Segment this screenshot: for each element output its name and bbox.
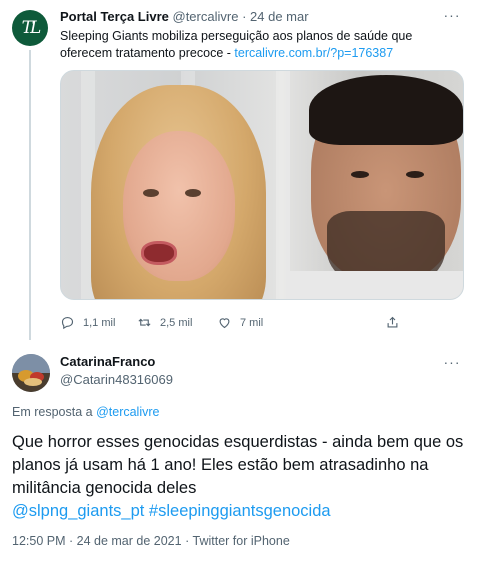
eye [185, 189, 201, 197]
tweet-source[interactable]: Twitter for iPhone [193, 534, 290, 548]
main-tweet-hashtags[interactable]: @slpng_giants_pt #sleepinggiantsgenocida [12, 500, 472, 523]
parent-author-name[interactable]: Portal Terça Livre [60, 9, 169, 24]
main-more-icon[interactable]: ··· [441, 355, 463, 369]
reply-prefix: Em resposta a [12, 405, 97, 419]
parent-tweet-header: Portal Terça Livre @tercalivre · 24 de m… [60, 9, 437, 25]
share-icon [387, 316, 398, 328]
reply-icon [61, 316, 74, 330]
person-left-mouth [141, 241, 177, 265]
thread-connector-line [29, 50, 31, 340]
person-right-shirt [286, 271, 463, 299]
avatar-detail [24, 378, 42, 386]
person-right-hair [309, 75, 463, 145]
reply-count: 1,1 mil [83, 316, 116, 329]
avatar-portal-terca-livre[interactable]: TL [12, 10, 48, 46]
separator-dot: · [242, 9, 247, 24]
like-count: 7 mil [240, 316, 264, 329]
avatar-catarina-franco[interactable] [12, 354, 50, 392]
reply-context: Em resposta a @tercalivre [12, 404, 159, 420]
main-author-handle[interactable]: @Catarin48316069 [60, 372, 173, 388]
separator-dot: · [185, 534, 193, 548]
curtain-fold [276, 71, 290, 299]
person-left-face [123, 131, 235, 281]
reply-mention-link[interactable]: @tercalivre [96, 405, 159, 419]
like-icon [219, 318, 230, 329]
main-author-name[interactable]: CatarinaFranco [60, 354, 155, 370]
parent-more-icon[interactable]: ··· [441, 8, 463, 22]
avatar-bg [12, 354, 50, 373]
tweet-time[interactable]: 12:50 PM [12, 534, 66, 548]
main-tweet-text: Que horror esses genocidas esquerdistas … [12, 431, 472, 523]
video-thumbnail[interactable] [60, 70, 464, 300]
parent-tweet[interactable]: TL Portal Terça Livre @tercalivre · 24 d… [0, 0, 477, 340]
retweet-count: 2,5 mil [160, 316, 193, 329]
like-button[interactable]: 7 mil [217, 315, 263, 330]
eye [143, 189, 159, 197]
share-button[interactable] [385, 315, 408, 330]
retweet-icon [138, 318, 151, 327]
retweet-button[interactable]: 2,5 mil [137, 315, 192, 330]
eye [406, 171, 424, 178]
reply-button[interactable]: 1,1 mil [60, 315, 115, 330]
parent-tweet-date[interactable]: 24 de mar [250, 9, 309, 24]
main-tweet-body: Que horror esses genocidas esquerdistas … [12, 433, 464, 497]
parent-action-bar: 1,1 mil 2,5 mil 7 mil [60, 315, 460, 331]
tweet-date[interactable]: 24 de mar de 2021 [77, 534, 182, 548]
parent-tweet-text: Sleeping Giants mobiliza perseguição aos… [60, 28, 460, 62]
eye [351, 171, 369, 178]
tweet-metadata: 12:50 PM · 24 de mar de 2021 · Twitter f… [12, 533, 290, 549]
parent-author-handle[interactable]: @tercalivre [173, 9, 239, 24]
parent-tweet-link[interactable]: tercalivre.com.br/?p=176387 [234, 46, 393, 60]
separator-dot: · [69, 534, 77, 548]
